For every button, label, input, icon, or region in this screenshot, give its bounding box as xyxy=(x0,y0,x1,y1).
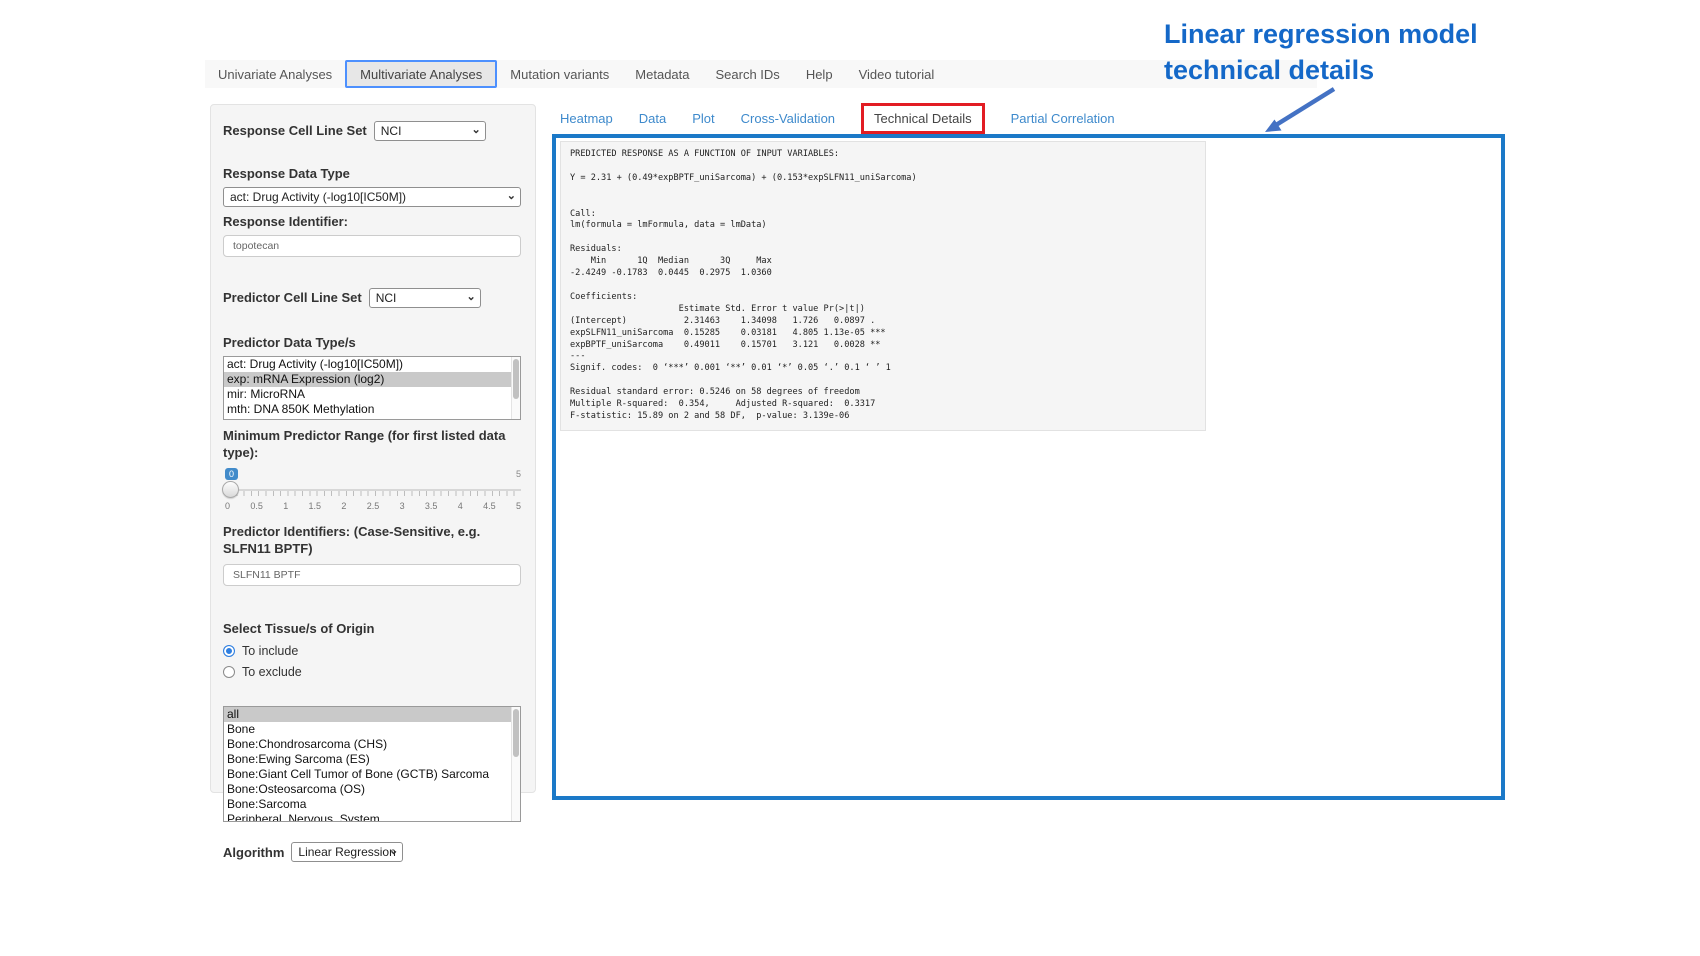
min-predictor-range-label: Minimum Predictor Range (for first liste… xyxy=(223,427,523,462)
response-identifier-input[interactable]: topotecan xyxy=(223,235,521,257)
slider-tick-label: 1.5 xyxy=(309,501,322,511)
nav-tab-video-tutorial[interactable]: Video tutorial xyxy=(846,60,948,88)
response-data-type-select[interactable]: act: Drug Activity (-log10[IC50M]) ⌄ xyxy=(223,187,521,207)
nav-tab-metadata[interactable]: Metadata xyxy=(622,60,702,88)
algorithm-select[interactable]: Linear Regression ⌄ xyxy=(291,842,403,862)
slider-tick-label: 0 xyxy=(225,501,230,511)
tissue-option-bone-giant-cell-tumor-of-bone-gctb-sarcoma[interactable]: Bone:Giant Cell Tumor of Bone (GCTB) Sar… xyxy=(224,767,520,782)
slider-track[interactable] xyxy=(223,489,521,491)
main-tab-cross-validation[interactable]: Cross-Validation xyxy=(741,111,835,126)
nav-tab-multivariate-analyses[interactable]: Multivariate Analyses xyxy=(345,60,497,88)
nav-tab-search-ids[interactable]: Search IDs xyxy=(703,60,793,88)
scrollbar-thumb[interactable] xyxy=(513,359,519,399)
response-data-type-value: act: Drug Activity (-log10[IC50M]) xyxy=(230,190,406,204)
slider-tick-label: 5 xyxy=(516,501,521,511)
tissue-option-bone-chondrosarcoma-chs[interactable]: Bone:Chondrosarcoma (CHS) xyxy=(224,737,520,752)
chevron-down-icon: ⌄ xyxy=(466,290,475,303)
radio-label: To include xyxy=(242,644,298,658)
response-cell-line-set-select[interactable]: NCI ⌄ xyxy=(374,121,486,141)
annotation-line1: Linear regression model xyxy=(1164,16,1604,52)
predictor-identifiers-input[interactable]: SLFN11 BPTF xyxy=(223,564,521,586)
response-cell-line-set-value: NCI xyxy=(381,124,402,138)
tissue-origin-label: Select Tissue/s of Origin xyxy=(223,620,523,638)
radio-option-to-include[interactable]: To include xyxy=(223,644,523,658)
tissue-option-bone-osteosarcoma-os[interactable]: Bone:Osteosarcoma (OS) xyxy=(224,782,520,797)
predictor-option-act-drug-activity-log10-ic50m[interactable]: act: Drug Activity (-log10[IC50M]) xyxy=(224,357,520,372)
slider-tick-label: 3.5 xyxy=(425,501,438,511)
annotation-line2: technical details xyxy=(1164,52,1604,88)
top-navbar: Univariate AnalysesMultivariate Analyses… xyxy=(205,60,1317,88)
slider-tick-label: 1 xyxy=(283,501,288,511)
slider-value-badge: 0 xyxy=(225,468,238,480)
nav-tab-help[interactable]: Help xyxy=(793,60,846,88)
listbox-scrollbar[interactable] xyxy=(511,357,520,419)
predictor-data-types-label: Predictor Data Type/s xyxy=(223,334,523,352)
tissue-option-bone-sarcoma[interactable]: Bone:Sarcoma xyxy=(224,797,520,812)
chevron-down-icon: ⌄ xyxy=(507,189,516,202)
listbox-scrollbar[interactable] xyxy=(511,707,520,821)
radio-icon xyxy=(223,645,235,657)
tissue-option-bone-ewing-sarcoma-es[interactable]: Bone:Ewing Sarcoma (ES) xyxy=(224,752,520,767)
technical-output: PREDICTED RESPONSE AS A FUNCTION OF INPU… xyxy=(560,141,1206,431)
predictor-cell-line-set-label: Predictor Cell Line Set xyxy=(223,289,362,307)
slider-tick-label: 0.5 xyxy=(250,501,263,511)
response-cell-line-set-label: Response Cell Line Set xyxy=(223,122,367,140)
response-identifier-label: Response Identifier: xyxy=(223,213,523,231)
scrollbar-thumb[interactable] xyxy=(513,709,519,757)
main-tab-partial-correlation[interactable]: Partial Correlation xyxy=(1011,111,1115,126)
tissue-option-all[interactable]: all xyxy=(224,707,520,722)
tissue-listbox: allBoneBone:Chondrosarcoma (CHS)Bone:Ewi… xyxy=(223,706,521,822)
slider-grid-ticks xyxy=(229,491,519,496)
predictor-cell-line-set-value: NCI xyxy=(376,291,397,305)
nav-tab-univariate-analyses[interactable]: Univariate Analyses xyxy=(205,60,345,88)
response-data-type-label: Response Data Type xyxy=(223,165,523,183)
annotation-arrow-icon xyxy=(1250,84,1350,140)
tissue-option-bone[interactable]: Bone xyxy=(224,722,520,737)
nav-tab-mutation-variants[interactable]: Mutation variants xyxy=(497,60,622,88)
predictor-identifiers-label: Predictor Identifiers: (Case-Sensitive, … xyxy=(223,523,523,558)
algorithm-value: Linear Regression xyxy=(298,845,395,859)
radio-icon xyxy=(223,666,235,678)
main-tab-heatmap[interactable]: Heatmap xyxy=(560,111,613,126)
predictor-option-mth-dna-850k-methylation[interactable]: mth: DNA 850K Methylation xyxy=(224,402,520,417)
sidebar-panel: Response Cell Line Set NCI ⌄ Response Da… xyxy=(210,104,536,793)
predictor-option-mir-microrna[interactable]: mir: MicroRNA xyxy=(224,387,520,402)
min-predictor-range-slider: 0 5 0 0.5 1 1.5 2 2.5 3 3.5 4 4.5 5 xyxy=(223,468,521,514)
slider-tick-label: 4 xyxy=(458,501,463,511)
slider-tick-label: 4.5 xyxy=(483,501,496,511)
technical-details-panel: PREDICTED RESPONSE AS A FUNCTION OF INPU… xyxy=(552,134,1505,800)
main-tabs: Heatmap Data Plot Cross-Validation Technical… xyxy=(560,101,1115,135)
slider-tick-label: 2 xyxy=(341,501,346,511)
radio-option-to-exclude[interactable]: To exclude xyxy=(223,665,523,679)
predictor-option-exp-mrna-expression-log2[interactable]: exp: mRNA Expression (log2) xyxy=(224,372,520,387)
predictor-cell-line-set-select[interactable]: NCI ⌄ xyxy=(369,288,481,308)
annotation-title: Linear regression model technical detail… xyxy=(1164,16,1604,88)
main-tab-plot[interactable]: Plot xyxy=(692,111,714,126)
slider-tick-label: 2.5 xyxy=(367,501,380,511)
main-tab-technical-details[interactable]: Technical Details xyxy=(861,103,985,134)
predictor-data-types-listbox: act: Drug Activity (-log10[IC50M])exp: m… xyxy=(223,356,521,420)
main-tab-data[interactable]: Data xyxy=(639,111,666,126)
tissue-option-peripheral-nervous-system[interactable]: Peripheral_Nervous_System xyxy=(224,812,520,822)
radio-label: To exclude xyxy=(242,665,302,679)
chevron-down-icon: ⌄ xyxy=(389,844,398,857)
chevron-down-icon: ⌄ xyxy=(472,123,481,136)
slider-tick-label: 3 xyxy=(400,501,405,511)
algorithm-label: Algorithm xyxy=(223,844,284,862)
slider-max-label: 5 xyxy=(516,469,521,479)
slider-handle[interactable] xyxy=(222,481,239,498)
